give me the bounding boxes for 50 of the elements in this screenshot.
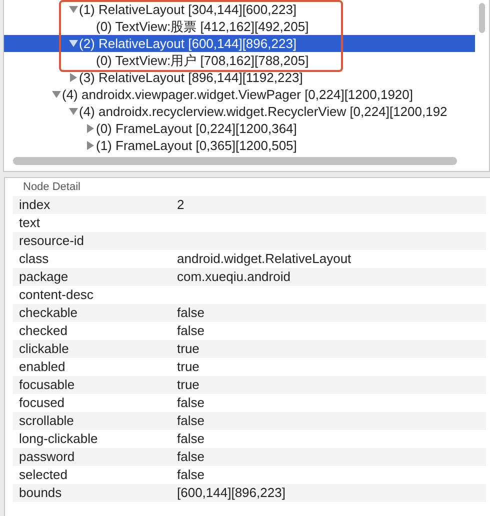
property-value: false [177,448,204,466]
property-name: checked [18,322,68,340]
property-value: true [177,358,200,376]
tree-row[interactable]: (0) TextView:用户 [708,162][788,205] [4,52,475,69]
expanded-triangle-icon[interactable] [67,38,79,50]
property-name: class [18,250,50,268]
collapsed-triangle-icon[interactable] [84,122,96,134]
property-name: enabled [18,358,66,376]
tree-row[interactable]: (1) RelativeLayout [304,144][600,223] [4,1,475,18]
property-value: false [177,412,204,430]
horizontal-scrollbar[interactable] [13,157,457,165]
property-name: bounds [18,484,63,502]
property-name: package [18,268,70,286]
property-name: focused [18,394,66,412]
collapsed-triangle-icon[interactable] [67,72,79,84]
property-name: long-clickable [18,430,99,448]
tree-row[interactable]: (2) RelativeLayout [600,144][896,223] [4,35,475,52]
property-name: selected [18,466,68,484]
property-value: false [177,394,204,412]
property-name: scrollable [18,412,75,430]
tree-row[interactable]: (1) FrameLayout [0,365][1200,505] [4,137,475,154]
tree-row[interactable]: (0) TextView:股票 [412,162][492,205] [4,18,475,35]
panel-title: Node Detail [22,180,82,195]
property-name: focusable [18,376,76,394]
tree-row[interactable]: (4) androidx.recyclerview.widget.RecyclerView [0,224][1200,192 [4,103,475,120]
property-value: [600,144][896,223] [177,484,286,502]
tree-row[interactable]: (0) FrameLayout [0,224][1200,364] [4,120,475,137]
property-value: com.xueqiu.android [177,268,290,286]
tree-row[interactable]: (4) androidx.viewpager.widget.ViewPager [0,224][1200,1920] [4,86,475,103]
property-value: false [177,304,204,322]
property-value: 2 [177,196,184,214]
property-name: clickable [18,340,70,358]
collapsed-triangle-icon[interactable] [84,140,96,152]
property-name: index [18,196,52,214]
property-value: android.widget.RelativeLayout [177,250,352,268]
property-value: false [177,466,204,484]
property-name: checkable [18,304,79,322]
property-name: content-desc [18,286,94,304]
property-name: resource-id [18,232,86,250]
property-value: true [177,376,200,394]
property-value: false [177,322,204,340]
expanded-triangle-icon[interactable] [67,4,79,16]
expanded-triangle-icon[interactable] [67,106,79,118]
property-value: true [177,340,200,358]
property-name: text [18,214,41,232]
tree-row[interactable]: (3) RelativeLayout [896,144][1192,223] [4,69,475,86]
expanded-triangle-icon[interactable] [50,88,62,100]
vertical-scrollbar[interactable] [479,3,485,33]
property-value: false [177,430,204,448]
property-name: password [18,448,76,466]
